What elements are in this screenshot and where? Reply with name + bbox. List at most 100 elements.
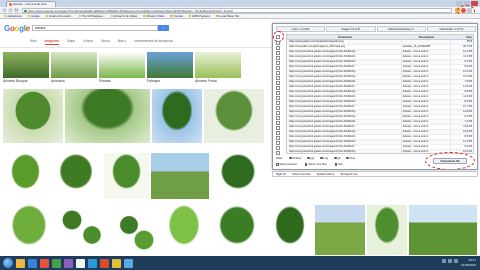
tab-videos[interactable]: Vídeos <box>83 39 93 45</box>
row-checkbox[interactable] <box>276 135 280 140</box>
col-download[interactable]: Download <box>287 35 402 39</box>
tab-images[interactable]: Imágenes <box>44 39 60 45</box>
row-checkbox[interactable] <box>276 75 280 80</box>
row-checkbox[interactable] <box>276 90 280 95</box>
tray-icon[interactable] <box>454 259 458 263</box>
row-checkbox[interactable] <box>276 120 280 125</box>
bookmark-item[interactable]: Lucas Bonet Tell... <box>216 14 241 18</box>
filter-option[interactable]: All files <box>289 156 301 160</box>
image-result[interactable] <box>204 89 264 143</box>
close-window-button[interactable] <box>471 1 479 6</box>
tab-maps[interactable]: Maps <box>67 39 75 45</box>
row-checkbox[interactable] <box>276 105 280 110</box>
taskbar-app-icon[interactable] <box>112 258 121 268</box>
chip-arboles-frutal[interactable]: Árboles Frutal <box>195 52 241 83</box>
row-checkbox[interactable] <box>276 40 280 45</box>
stat-images[interactable]: Images: 51 of 51 <box>326 26 376 32</box>
row-checkbox[interactable] <box>276 115 280 120</box>
col-description[interactable]: Description <box>402 35 452 39</box>
row-checkbox[interactable] <box>276 70 280 75</box>
search-input[interactable]: arboles <box>32 25 158 31</box>
image-result[interactable] <box>211 153 265 199</box>
taskbar-app-icon[interactable] <box>52 258 61 268</box>
chip-arboles-bosque[interactable]: Árboles Bosque <box>3 52 49 83</box>
taskbar-app-icon[interactable] <box>100 258 109 268</box>
row-checkbox[interactable] <box>276 60 280 65</box>
image-result[interactable] <box>209 205 265 255</box>
filter-option[interactable]: gif <box>334 156 340 160</box>
image-result[interactable] <box>367 205 407 255</box>
row-checkbox[interactable] <box>276 80 280 85</box>
image-result[interactable] <box>57 205 107 255</box>
stat-files[interactable]: Files/Archives/Docs: 0 <box>376 26 426 32</box>
image-result[interactable] <box>409 205 477 255</box>
bookmark-item[interactable]: EPAM Systems <box>189 14 210 18</box>
image-result[interactable] <box>315 205 365 255</box>
start-button[interactable] <box>3 258 13 268</box>
image-result[interactable] <box>161 205 207 255</box>
col-size[interactable]: Size <box>451 35 473 39</box>
tab-web[interactable]: Web <box>30 39 37 45</box>
option-show-previews[interactable]: Show previews <box>276 163 297 166</box>
image-result[interactable] <box>65 89 150 143</box>
row-checkbox[interactable] <box>276 125 280 130</box>
bookmark-item[interactable]: Gmail correo electr... <box>46 14 73 18</box>
shortcut-item[interactable]: Right Url <box>276 172 286 176</box>
row-checkbox[interactable] <box>276 140 280 145</box>
filter-option[interactable]: bmp <box>346 156 355 160</box>
row-checkbox[interactable] <box>276 55 280 60</box>
tray-icon[interactable] <box>442 259 446 263</box>
taskbar-app-icon[interactable] <box>28 258 37 268</box>
row-checkbox[interactable] <box>276 65 280 70</box>
shortcut-item[interactable]: Related Videos <box>317 172 335 176</box>
image-result[interactable] <box>3 89 63 143</box>
row-checkbox[interactable] <box>276 45 280 50</box>
taskbar-app-icon[interactable] <box>64 258 73 268</box>
bookmark-item[interactable]: Aplicaciones <box>4 14 22 18</box>
row-checkbox[interactable] <box>276 110 280 115</box>
image-result[interactable] <box>151 153 209 199</box>
shortcut-item[interactable]: 3D Speed Cue <box>340 172 357 176</box>
row-checkbox[interactable] <box>276 145 280 150</box>
forward-arrow-icon[interactable]: › <box>8 8 13 13</box>
stat-video[interactable]: Video/Flash: 2 (17.5) <box>426 26 476 32</box>
tray-icon[interactable] <box>448 259 452 263</box>
google-logo[interactable]: Google <box>4 24 30 33</box>
tab-books[interactable]: Libros <box>101 39 110 45</box>
taskbar-app-icon[interactable] <box>16 258 25 268</box>
taskbar-app-icon[interactable] <box>124 258 133 268</box>
option-show-more[interactable]: Show more files <box>304 163 327 166</box>
bookmark-item[interactable]: El Aserrín de Videos <box>111 14 137 18</box>
tab-search-tools[interactable]: Herramientas de búsqueda <box>134 39 172 45</box>
bookmark-item[interactable]: Youtube <box>170 14 183 18</box>
row-checkbox[interactable] <box>276 95 280 100</box>
taskbar-clock[interactable]: 20:27 21/08/2015 <box>461 258 476 267</box>
image-result[interactable] <box>3 153 48 199</box>
filter-option[interactable]: jpg <box>307 156 314 160</box>
bookmark-item[interactable]: Google <box>28 14 39 18</box>
option-sub[interactable]: Sub <box>334 163 343 166</box>
tab-more[interactable]: Más ▾ <box>118 39 127 45</box>
image-result[interactable] <box>109 205 159 255</box>
taskbar-app-icon[interactable] <box>40 258 49 268</box>
image-result[interactable] <box>104 153 149 199</box>
filter-option[interactable]: png <box>320 156 328 160</box>
row-checkbox[interactable] <box>276 85 280 90</box>
row-checkbox[interactable] <box>276 100 280 105</box>
row-checkbox[interactable] <box>276 130 280 135</box>
image-result[interactable] <box>152 89 202 143</box>
taskbar-app-icon[interactable] <box>88 258 97 268</box>
chip-arbustos[interactable]: Arbustos <box>51 52 97 83</box>
shortcut-item[interactable]: Video Converter <box>292 172 311 176</box>
image-result[interactable] <box>3 205 55 255</box>
bookmark-item[interactable]: Difusión Online <box>143 14 165 18</box>
taskbar-app-icon[interactable] <box>76 258 85 268</box>
back-arrow-icon[interactable]: ‹ <box>2 8 7 13</box>
image-result[interactable] <box>50 153 102 199</box>
row-checkbox[interactable] <box>276 150 280 155</box>
chip-paisajes[interactable]: Paisajes <box>147 52 193 83</box>
url-bar[interactable]: https://www.google.com/search?q=arboles&… <box>22 8 452 13</box>
stat-links[interactable]: Links: 2 (2,332) <box>276 26 326 32</box>
bookmark-item[interactable]: The 100 Marquee... <box>79 14 105 18</box>
row-checkbox[interactable] <box>276 50 280 55</box>
